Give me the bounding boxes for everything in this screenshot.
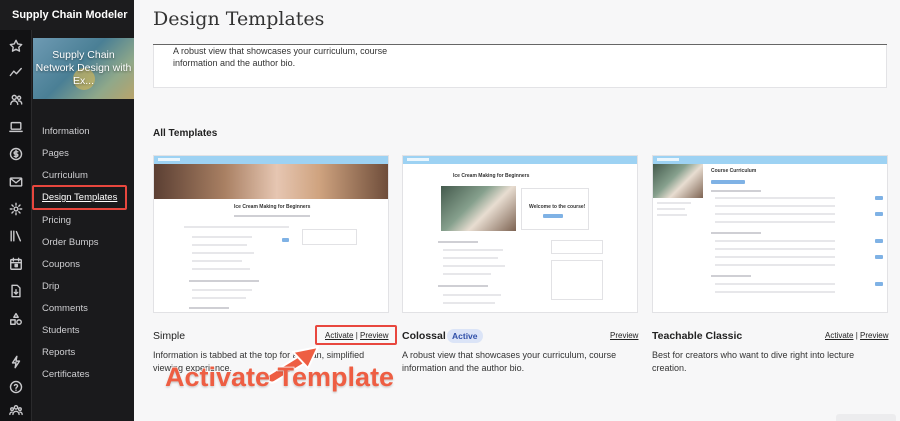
- dollar-icon[interactable]: [8, 146, 24, 162]
- bolt-icon[interactable]: [8, 354, 24, 370]
- corner-shade: [836, 414, 896, 421]
- page-title: Design Templates: [153, 8, 325, 30]
- preview-teachable-link[interactable]: Preview: [860, 331, 888, 340]
- activate-teachable-link[interactable]: Activate: [825, 331, 853, 340]
- gear-icon[interactable]: [8, 201, 24, 217]
- section-heading: All Templates: [153, 128, 218, 139]
- main-content: Design Templates A robust view that show…: [134, 0, 900, 421]
- template-name-colossal: Colossal: [402, 330, 446, 342]
- nav-item-students[interactable]: Students: [42, 325, 80, 336]
- nav-item-coupons[interactable]: Coupons: [42, 259, 80, 270]
- template-desc-teachable-classic: Best for creators who want to dive right…: [652, 350, 855, 373]
- nav-highlight-box: [32, 185, 127, 210]
- course-nav: Supply Chain Network Design with Ex... I…: [32, 30, 134, 421]
- nav-item-information[interactable]: Information: [42, 126, 90, 137]
- nav-item-pricing[interactable]: Pricing: [42, 215, 71, 226]
- preview-colossal-link[interactable]: Preview: [610, 331, 638, 340]
- template-thumb-simple[interactable]: Ice Cream Making for Beginners: [153, 155, 389, 313]
- activate-highlight-box: [315, 325, 397, 345]
- nav-item-order-bumps[interactable]: Order Bumps: [42, 237, 99, 248]
- app-header: Supply Chain Modeler: [0, 0, 134, 30]
- current-template-panel: A robust view that showcases your curric…: [153, 45, 887, 88]
- team-icon[interactable]: [8, 402, 24, 418]
- thumb-subtitle-colossal: Welcome to the course!: [529, 204, 586, 210]
- help-icon[interactable]: [8, 379, 24, 395]
- annotation-label: Activate Template: [164, 361, 395, 393]
- link-separator: |: [855, 331, 858, 340]
- thumb-title-teachable: Course Curriculum: [711, 168, 757, 174]
- teachable-actions: Activate | Preview: [825, 331, 888, 340]
- course-card[interactable]: Supply Chain Network Design with Ex...: [33, 38, 134, 99]
- template-thumb-teachable-classic[interactable]: Course Curriculum: [652, 155, 888, 313]
- template-name-simple: Simple: [153, 330, 186, 342]
- thumb-title-simple: Ice Cream Making for Beginners: [234, 204, 311, 210]
- laptop-icon[interactable]: [8, 119, 24, 135]
- nav-item-pages[interactable]: Pages: [42, 148, 69, 159]
- icon-rail: [0, 30, 32, 421]
- trend-icon[interactable]: [8, 64, 24, 80]
- nav-item-reports[interactable]: Reports: [42, 347, 75, 358]
- active-badge: Active: [447, 329, 483, 343]
- current-template-description: A robust view that showcases your curric…: [173, 46, 388, 68]
- nav-item-comments[interactable]: Comments: [42, 303, 88, 314]
- nav-item-certificates[interactable]: Certificates: [42, 369, 90, 380]
- template-name-teachable-classic: Teachable Classic: [652, 330, 743, 342]
- download-doc-icon[interactable]: [8, 283, 24, 299]
- nav-item-drip[interactable]: Drip: [42, 281, 59, 292]
- template-thumb-colossal[interactable]: Ice Cream Making for Beginners Welcome t…: [402, 155, 638, 313]
- library-icon[interactable]: [8, 228, 24, 244]
- course-card-title: Supply Chain Network Design with Ex...: [35, 49, 132, 87]
- shapes-icon[interactable]: [8, 311, 24, 327]
- calendar-icon[interactable]: [8, 256, 24, 272]
- colossal-actions: Preview: [610, 331, 638, 340]
- template-desc-colossal: A robust view that showcases your curric…: [402, 350, 617, 373]
- app-title: Supply Chain Modeler: [12, 9, 128, 21]
- star-icon[interactable]: [8, 38, 24, 54]
- mail-icon[interactable]: [8, 174, 24, 190]
- nav-item-curriculum[interactable]: Curriculum: [42, 170, 88, 181]
- users-icon[interactable]: [8, 92, 24, 108]
- thumb-title-colossal: Ice Cream Making for Beginners: [453, 173, 530, 179]
